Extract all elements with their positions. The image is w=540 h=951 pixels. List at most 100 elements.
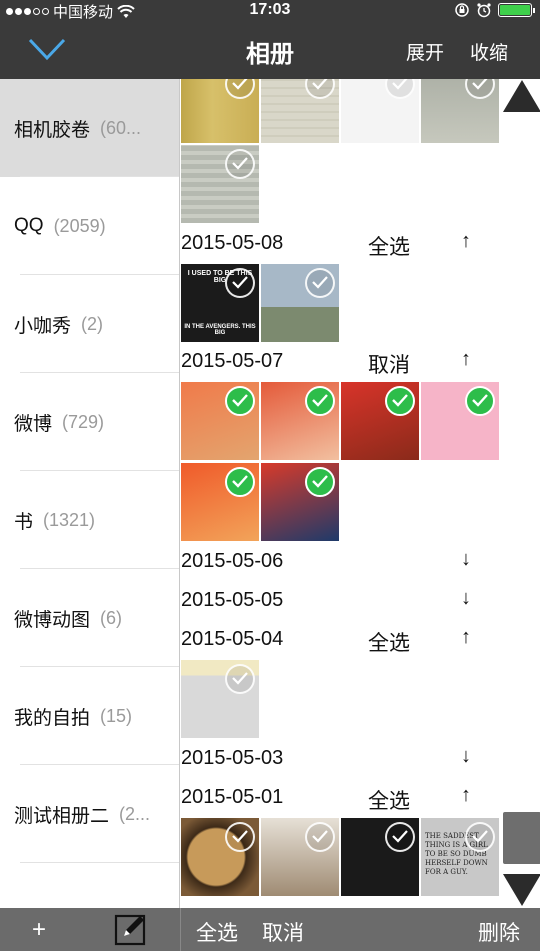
cancel-group-selection-button[interactable]: 取消 <box>368 349 410 379</box>
photo-thumbnail[interactable] <box>421 382 499 460</box>
unselected-check-icon[interactable] <box>305 79 335 99</box>
page-title: 相册 <box>246 41 294 68</box>
group-date: 2015-05-03 <box>181 747 284 769</box>
collapse-arrow-icon[interactable]: ↑ <box>461 230 471 253</box>
album-count: (729) <box>62 411 105 432</box>
expand-button[interactable]: 展开 <box>406 38 444 65</box>
collapse-arrow-icon[interactable]: ↑ <box>461 626 471 649</box>
unselected-check-icon[interactable] <box>385 79 415 99</box>
navigation-bar: 相册 展开 收缩 <box>0 20 540 79</box>
edit-icon[interactable] <box>114 912 148 946</box>
photo-row: I USED TO BE THIS BIG IN THE AVENGERS. T… <box>181 264 339 342</box>
photo-thumbnail[interactable] <box>261 818 339 896</box>
selected-check-icon[interactable] <box>225 467 255 497</box>
unselected-check-icon[interactable] <box>225 149 255 179</box>
photo-thumbnail[interactable] <box>341 382 419 460</box>
photo-thumbnail[interactable]: THE SADDEST THING IS A GIRL TO BE SO DUM… <box>421 818 499 896</box>
select-all-group-button[interactable]: 全选 <box>368 231 410 261</box>
status-bar: 中国移动 17:03 <box>0 0 540 21</box>
expand-arrow-icon[interactable]: ↓ <box>461 548 471 571</box>
album-name: 书 <box>14 511 34 533</box>
expand-arrow-icon[interactable]: ↓ <box>461 745 471 768</box>
photo-thumbnail[interactable] <box>261 79 339 143</box>
album-item-weibo-gifs[interactable]: 微博动图 (6) <box>0 569 179 667</box>
album-item-books[interactable]: 书 (1321) <box>0 471 179 569</box>
album-name: 微博动图 <box>14 609 91 631</box>
album-name: 我的自拍 <box>14 707 91 729</box>
date-group-header: 2015-05-08 全选 ↑ <box>181 226 540 264</box>
selected-check-icon[interactable] <box>225 386 255 416</box>
album-item-test-album-two[interactable]: 测试相册二 (2... <box>0 765 179 863</box>
unselected-check-icon[interactable] <box>225 79 255 99</box>
select-all-group-button[interactable]: 全选 <box>368 785 410 815</box>
photo-thumbnail[interactable] <box>261 382 339 460</box>
unselected-check-icon[interactable] <box>465 822 495 852</box>
photo-thumbnail[interactable] <box>181 660 259 738</box>
selected-check-icon[interactable] <box>385 386 415 416</box>
selected-check-icon[interactable] <box>305 386 335 416</box>
delete-button[interactable]: 删除 <box>478 917 520 947</box>
scroll-up-arrow-icon[interactable] <box>503 80 540 112</box>
album-count: (60... <box>100 117 142 138</box>
album-count: (1321) <box>43 509 96 530</box>
bottom-toolbar: + 全选 取消 删除 <box>0 908 540 951</box>
expand-arrow-icon[interactable]: ↓ <box>461 587 471 610</box>
album-item-selfies[interactable]: 我的自拍 (15) <box>0 667 179 765</box>
photo-thumbnail[interactable] <box>181 145 259 223</box>
album-name: 小咖秀 <box>14 315 72 337</box>
photo-thumbnail[interactable] <box>341 79 419 143</box>
photo-thumbnail[interactable] <box>261 463 339 541</box>
photo-thumbnail[interactable] <box>181 79 259 143</box>
date-group-header: 2015-05-05 ↓ <box>181 583 540 621</box>
album-item-camera-roll[interactable]: 相机胶卷 (60... <box>0 79 179 177</box>
album-item-qq[interactable]: QQ (2059) <box>0 177 179 275</box>
select-all-button[interactable]: 全选 <box>196 917 238 947</box>
photo-row <box>181 463 339 541</box>
date-group-header: 2015-05-07 取消 ↑ <box>181 344 540 382</box>
group-date: 2015-05-06 <box>181 550 284 572</box>
album-item-weibo[interactable]: 微博 (729) <box>0 373 179 471</box>
alarm-clock-icon <box>477 3 491 18</box>
photo-row <box>181 382 499 460</box>
collapse-arrow-icon[interactable]: ↑ <box>461 348 471 371</box>
collapse-arrow-icon[interactable]: ↑ <box>461 784 471 807</box>
date-group-header: 2015-05-03 ↓ <box>181 741 540 779</box>
unselected-check-icon[interactable] <box>385 822 415 852</box>
unselected-check-icon[interactable] <box>225 268 255 298</box>
album-name: 相机胶卷 <box>14 119 91 141</box>
select-all-group-button[interactable]: 全选 <box>368 627 410 657</box>
battery-icon <box>498 3 535 17</box>
photo-thumbnail[interactable]: I USED TO BE THIS BIG IN THE AVENGERS. T… <box>181 264 259 342</box>
meme-bottom-text: IN THE AVENGERS. THIS BIG <box>184 324 256 336</box>
group-date: 2015-05-08 <box>181 232 284 254</box>
unselected-check-icon[interactable] <box>225 664 255 694</box>
photo-row <box>181 79 499 143</box>
photo-thumbnail[interactable] <box>181 382 259 460</box>
cancel-button[interactable]: 取消 <box>262 917 304 947</box>
photo-thumbnail[interactable] <box>181 818 259 896</box>
unselected-check-icon[interactable] <box>465 79 495 99</box>
album-item-xiaokaxiu[interactable]: 小咖秀 (2) <box>0 275 179 373</box>
photo-thumbnail[interactable] <box>181 463 259 541</box>
album-name: 测试相册二 <box>14 805 110 827</box>
collapse-button[interactable]: 收缩 <box>470 38 508 65</box>
date-group-header: 2015-05-04 全选 ↑ <box>181 622 540 660</box>
toolbar-divider <box>180 908 181 951</box>
album-count: (15) <box>100 705 133 726</box>
selected-check-icon[interactable] <box>465 386 495 416</box>
unselected-check-icon[interactable] <box>305 268 335 298</box>
unselected-check-icon[interactable] <box>305 822 335 852</box>
photo-thumbnail[interactable] <box>421 79 499 143</box>
add-album-button[interactable]: + <box>32 916 46 944</box>
unselected-check-icon[interactable] <box>225 822 255 852</box>
photo-row <box>181 145 259 223</box>
scroll-down-arrow-icon[interactable] <box>503 874 540 906</box>
scrollbar-thumb[interactable] <box>503 812 540 864</box>
album-count: (2) <box>81 313 104 334</box>
photo-thumbnail[interactable] <box>261 264 339 342</box>
group-date: 2015-05-01 <box>181 786 284 808</box>
album-count: (2... <box>119 803 151 824</box>
selected-check-icon[interactable] <box>305 467 335 497</box>
album-count: (2059) <box>53 215 106 236</box>
photo-thumbnail[interactable] <box>341 818 419 896</box>
